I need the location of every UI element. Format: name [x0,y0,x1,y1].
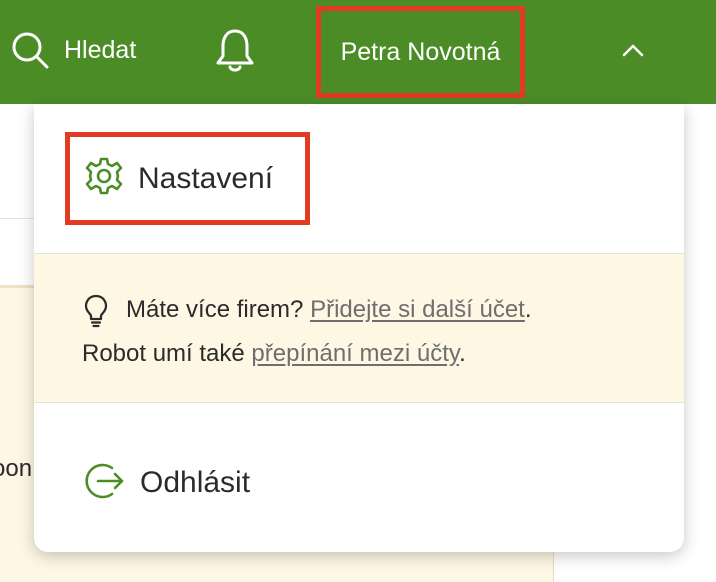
menu-item-logout-label: Odhlásit [140,466,251,499]
top-bar: Hledat Petra Novotná [0,0,716,104]
user-name: Petra Novotná [340,37,501,66]
tip-line-1: Máte více firem? Přidejte si další účet. [86,296,532,324]
page: oon Hledat Petra Novotná [0,0,716,582]
menu-item-logout[interactable]: Odhlásit [82,458,250,508]
menu-item-settings-label: Nastavení [138,161,274,195]
gear-icon [84,156,124,201]
add-account-link[interactable]: Přidejte si další účet [310,296,525,323]
tip-line-2: Robot umí také přepínání mezi účty. [82,340,466,368]
user-menu-button[interactable]: Petra Novotná [316,6,525,98]
tip-punct-2: . [459,340,466,367]
chevron-up-icon [616,44,650,72]
notifications-button[interactable] [212,26,258,74]
menu-item-settings[interactable]: Nastavení [65,132,310,225]
user-dropdown-menu: Nastavení Máte více firem? Přidejte si d… [34,104,684,552]
tip-text-2: Robot umí také [82,340,252,367]
search-button[interactable]: Hledat [10,28,136,72]
logout-icon [82,459,126,508]
search-label: Hledat [64,35,137,64]
switch-accounts-link[interactable]: přepínání mezi účty [251,340,459,367]
bell-icon [212,29,258,78]
tip-punct-1: . [524,296,532,323]
multi-account-tip: Máte více firem? Přidejte si další účet.… [34,253,684,403]
search-icon [10,30,50,70]
user-menu-toggle[interactable] [616,34,650,68]
tip-text-1: Máte více firem? [126,296,311,323]
